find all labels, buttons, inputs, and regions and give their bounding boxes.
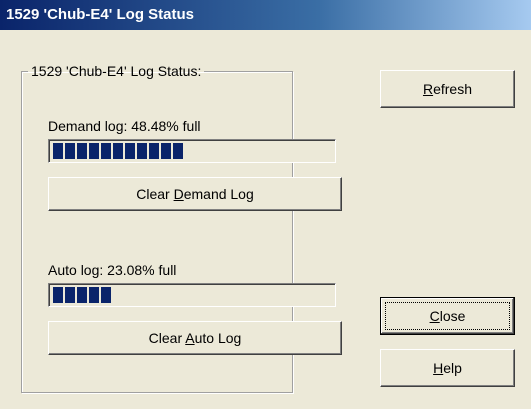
- window-title: 1529 'Chub-E4' Log Status: [6, 6, 194, 23]
- progress-block: [113, 143, 123, 159]
- progress-block: [53, 143, 63, 159]
- progress-block: [101, 287, 111, 303]
- title-bar[interactable]: 1529 'Chub-E4' Log Status: [0, 0, 531, 30]
- progress-block: [161, 143, 171, 159]
- progress-block: [89, 287, 99, 303]
- progress-block: [77, 287, 87, 303]
- focus-rect: [385, 302, 510, 330]
- progress-block: [137, 143, 147, 159]
- progress-block: [53, 287, 63, 303]
- demand-log-progress: [48, 139, 336, 163]
- progress-block: [125, 143, 135, 159]
- progress-block: [65, 287, 75, 303]
- dialog-body: 1529 'Chub-E4' Log Status: Demand log: 4…: [0, 30, 531, 409]
- demand-log-label: Demand log: 48.48% full: [48, 118, 201, 134]
- auto-log-progress: [48, 283, 336, 307]
- refresh-button[interactable]: Refresh: [380, 70, 515, 108]
- clear-demand-log-label: Clear Demand Log: [136, 186, 254, 202]
- clear-auto-log-button[interactable]: Clear Auto Log: [48, 321, 342, 355]
- refresh-label: Refresh: [422, 81, 473, 97]
- progress-block: [149, 143, 159, 159]
- progress-block: [89, 143, 99, 159]
- demand-log-progress-fill: [53, 143, 183, 159]
- auto-log-label: Auto log: 23.08% full: [48, 262, 177, 278]
- progress-block: [101, 143, 111, 159]
- progress-block: [173, 143, 183, 159]
- auto-log-progress-fill: [53, 287, 111, 303]
- clear-demand-log-button[interactable]: Clear Demand Log: [48, 177, 342, 211]
- clear-auto-log-label: Clear Auto Log: [148, 330, 242, 346]
- group-legend: 1529 'Chub-E4' Log Status:: [31, 63, 202, 79]
- progress-block: [65, 143, 75, 159]
- close-button[interactable]: Close: [380, 297, 515, 335]
- help-button[interactable]: Help: [380, 349, 515, 387]
- help-label: Help: [433, 360, 462, 376]
- progress-block: [77, 143, 87, 159]
